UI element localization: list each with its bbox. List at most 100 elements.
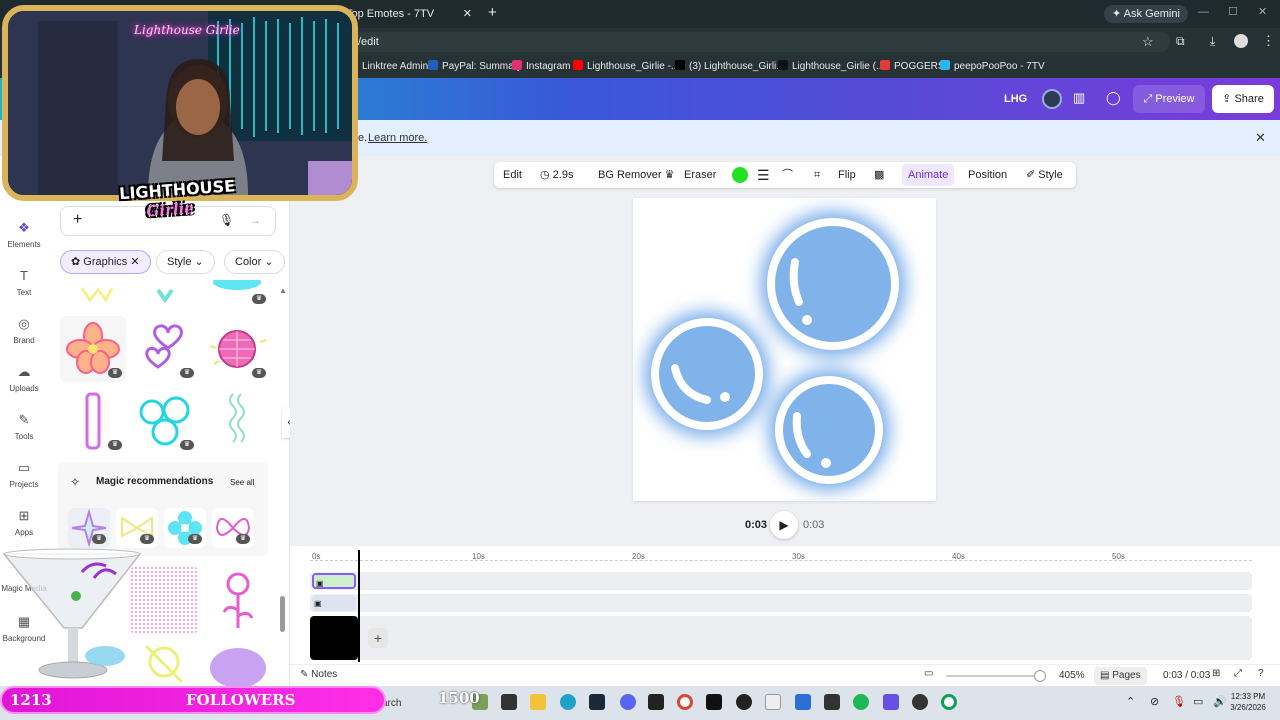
team-name[interactable]: LHG — [1004, 86, 1027, 112]
file-explorer-icon[interactable] — [530, 694, 546, 710]
rail-item-apps[interactable]: ⊞ Apps — [0, 508, 48, 537]
timeline-clip[interactable]: ▣ — [312, 573, 356, 589]
bookmark-tiktok[interactable]: Lighthouse_Girlie (... — [778, 60, 884, 74]
graphic-item[interactable] — [204, 388, 270, 454]
graphic-item[interactable]: ♛ — [132, 388, 198, 454]
new-tab-icon[interactable]: + — [488, 4, 497, 21]
obs-icon[interactable] — [736, 694, 752, 710]
chip-color[interactable]: Color ⌄ — [224, 250, 285, 274]
menu-icon[interactable]: ⋮ — [1262, 33, 1275, 49]
graphic-item[interactable]: ♛ — [132, 316, 198, 382]
add-icon[interactable]: + — [73, 211, 82, 229]
chip-style[interactable]: Style ⌄ — [156, 250, 215, 274]
ask-gemini-button[interactable]: ✦ Ask Gemini — [1104, 5, 1188, 23]
close-icon[interactable]: ✕ — [127, 256, 139, 268]
position-button[interactable]: Position — [968, 162, 1007, 188]
bookmark-7tv[interactable]: peepoPooPoo - 7TV — [940, 60, 1045, 74]
graphic-item[interactable] — [204, 642, 272, 686]
learn-more-link[interactable]: Learn more. — [368, 120, 427, 156]
bg-remover-button[interactable]: BG Remover ♛ — [598, 162, 675, 188]
star-icon[interactable]: ☆ — [1142, 34, 1154, 50]
steam-icon[interactable] — [589, 694, 605, 710]
cast-icon[interactable]: ⧉ — [1176, 34, 1185, 49]
graphic-item[interactable] — [204, 566, 272, 634]
volume-icon[interactable]: 🔊 — [1213, 695, 1227, 708]
graphic-item[interactable]: ♛ — [204, 316, 270, 382]
insights-icon[interactable]: ▥ — [1073, 90, 1085, 106]
transparency-icon[interactable]: ▩ — [874, 162, 884, 188]
comment-icon[interactable]: ◯ — [1106, 90, 1121, 106]
zoom-slider-thumb[interactable] — [1034, 670, 1046, 682]
display-icon[interactable]: ▭ — [1193, 695, 1203, 708]
border-style-icon[interactable]: ☰ — [757, 162, 770, 188]
app-icon[interactable] — [765, 694, 781, 710]
banner-close-icon[interactable]: ✕ — [1255, 120, 1266, 156]
magic-item[interactable]: ♛ — [68, 508, 110, 548]
fullscreen-icon[interactable]: ⤢ — [1234, 668, 1242, 679]
graphic-item[interactable]: ♛ — [204, 280, 270, 308]
play-button[interactable]: ▶ — [770, 511, 798, 539]
user-avatar[interactable] — [1042, 89, 1062, 109]
rail-item-projects[interactable]: ▭ Projects — [0, 460, 48, 489]
network-icon[interactable]: ⊘ — [1150, 695, 1159, 708]
task-view-icon[interactable] — [501, 694, 517, 710]
maximize-icon[interactable]: ☐ — [1228, 5, 1238, 18]
notes-button[interactable]: ✎ Notes — [300, 669, 337, 680]
app-icon[interactable] — [795, 694, 811, 710]
timeline-track[interactable] — [310, 616, 1252, 660]
spotify-icon[interactable] — [853, 694, 869, 710]
rail-item-text[interactable]: T Text — [0, 268, 48, 297]
discord-icon[interactable] — [620, 694, 636, 710]
graphic-item[interactable] — [132, 280, 198, 308]
capcut-icon[interactable] — [824, 694, 840, 710]
style-button[interactable]: ✐ Style — [1026, 162, 1063, 188]
rail-item-elements[interactable]: ❖ Elements — [0, 220, 48, 249]
artboard[interactable] — [633, 198, 936, 501]
epic-games-icon[interactable] — [648, 694, 664, 710]
preview-button[interactable]: ⤢ Preview — [1133, 85, 1205, 113]
app-icon[interactable] — [912, 694, 928, 710]
share-button[interactable]: ⇪ Share — [1212, 85, 1274, 113]
graphic-item[interactable]: ♛ — [60, 316, 126, 382]
rail-item-brand[interactable]: ◎ Brand — [0, 316, 48, 345]
bubbles-graphic[interactable] — [633, 198, 936, 501]
app-icon[interactable] — [706, 694, 722, 710]
animate-button[interactable]: Animate — [902, 164, 955, 186]
flip-button[interactable]: Flip — [838, 162, 856, 188]
timeline-clip[interactable]: ▣ — [312, 595, 356, 611]
scroll-up-icon[interactable]: ▲ — [279, 286, 287, 295]
corner-rounding-icon[interactable]: ⌒ — [782, 162, 793, 188]
timeline-track[interactable] — [310, 572, 1252, 590]
arrow-right-icon[interactable]: → — [249, 213, 261, 227]
edge-icon[interactable] — [560, 694, 576, 710]
see-all-link[interactable]: See all — [230, 478, 254, 487]
magic-item[interactable]: ♛ — [164, 508, 206, 548]
scrollbar-thumb[interactable] — [280, 596, 285, 632]
rail-item-uploads[interactable]: ☁ Uploads — [0, 364, 48, 393]
chevron-up-icon[interactable]: ⌃ — [1126, 695, 1135, 708]
minimize-icon[interactable]: — — [1198, 6, 1209, 18]
chip-graphics[interactable]: ✿ Graphics ✕ — [60, 250, 151, 274]
color-swatch[interactable] — [732, 167, 748, 183]
graphic-item[interactable] — [60, 280, 126, 308]
browser-tab[interactable]: Top Emotes - 7TV ✕ — [338, 4, 478, 28]
zoom-level[interactable]: 405% — [1059, 670, 1085, 681]
grid-view-icon[interactable]: ⊞ — [1212, 668, 1220, 679]
magic-item[interactable]: ♛ — [116, 508, 158, 548]
chrome-icon[interactable] — [677, 694, 693, 710]
fit-screen-icon[interactable]: ▭ — [924, 668, 933, 679]
bookmark-instagram[interactable]: Instagram — [512, 60, 570, 74]
edit-button[interactable]: Edit — [503, 162, 522, 188]
page-thumbnail[interactable] — [310, 616, 358, 660]
bookmark-linktree[interactable]: Linktree Admin — [362, 60, 428, 74]
duration-button[interactable]: ◷ 2.9s — [540, 162, 573, 188]
clock[interactable]: 12:33 PM 3/26/2026 — [1228, 691, 1268, 713]
bookmark-paypal[interactable]: PayPal: Summary — [428, 60, 522, 74]
zoom-slider[interactable] — [946, 675, 1046, 677]
profile-avatar[interactable] — [1234, 34, 1248, 48]
crop-icon[interactable]: ⌗ — [814, 162, 820, 188]
bookmark-x[interactable]: (3) Lighthouse_Girli... — [675, 60, 785, 74]
bookmark-youtube[interactable]: Lighthouse_Girlie -... — [573, 60, 679, 74]
eraser-button[interactable]: Eraser — [684, 162, 716, 188]
window-close-icon[interactable]: ✕ — [1258, 5, 1267, 18]
